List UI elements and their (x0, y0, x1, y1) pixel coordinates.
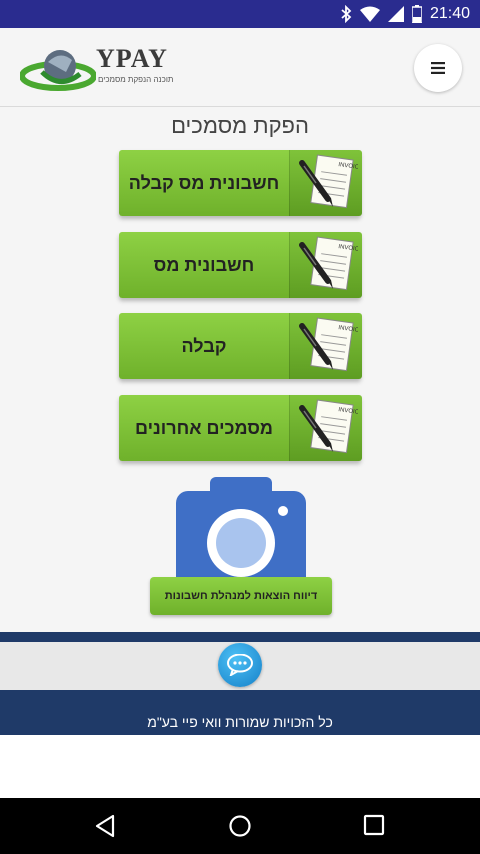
invoice-pen-icon: INVOICE (289, 395, 362, 461)
home-icon[interactable] (228, 814, 252, 838)
expense-report-button[interactable]: דיווח הוצאות למנהלת חשבונות (150, 577, 332, 615)
battery-icon (411, 5, 422, 23)
recent-apps-icon[interactable] (363, 814, 385, 836)
logo-tagline: תוכנה הנפקת מסמכים (98, 75, 174, 84)
button-label: קבלה (181, 335, 227, 356)
menu-button[interactable] (414, 44, 462, 92)
footer-divider (0, 632, 480, 642)
logo-globe-icon (20, 50, 96, 91)
invoice-pen-icon: INVOICE (289, 313, 362, 379)
button-label: מסמכים אחרונים (135, 417, 274, 438)
invoice-pen-icon: INVOICE (289, 150, 362, 216)
button-label: חשבונית מס קבלה (128, 172, 280, 193)
receipt-button[interactable]: קבלה INVOICE (119, 313, 362, 379)
blank-area (0, 735, 480, 798)
chat-bubble-icon (227, 654, 253, 676)
page-title: הפקת מסמכים (171, 113, 309, 138)
logo-text: YPAY (96, 44, 168, 73)
recent-documents-button[interactable]: מסמכים אחרונים INVOICE (119, 395, 362, 461)
hamburger-icon (431, 62, 445, 74)
status-time: 21:40 (429, 5, 470, 22)
main-content: הפקת מסמכים חשבונית מס קבלה INVOICE חשבו… (0, 107, 480, 632)
copyright-text: כל הזכויות שמורות וואי פיי בע"מ (147, 714, 333, 730)
status-icons: 21:40 (340, 4, 470, 24)
tax-invoice-receipt-button[interactable]: חשבונית מס קבלה INVOICE (119, 150, 362, 216)
system-nav-bar (0, 798, 480, 854)
wifi-icon (359, 6, 380, 22)
bluetooth-icon (341, 5, 352, 23)
app-header: YPAY תוכנה הנפקת מסמכים (0, 28, 480, 107)
button-label: חשבונית מס (153, 254, 255, 275)
copyright-bar: כל הזכויות שמורות וואי פיי בע"מ (0, 690, 480, 735)
tax-invoice-button[interactable]: חשבונית מס INVOICE (119, 232, 362, 298)
invoice-pen-icon: INVOICE (289, 232, 362, 298)
chat-button[interactable] (218, 643, 262, 687)
app-logo[interactable]: YPAY תוכנה הנפקת מסמכים (20, 42, 174, 96)
signal-icon (387, 6, 404, 22)
back-icon[interactable] (94, 814, 116, 838)
status-bar: 21:40 (0, 0, 480, 28)
